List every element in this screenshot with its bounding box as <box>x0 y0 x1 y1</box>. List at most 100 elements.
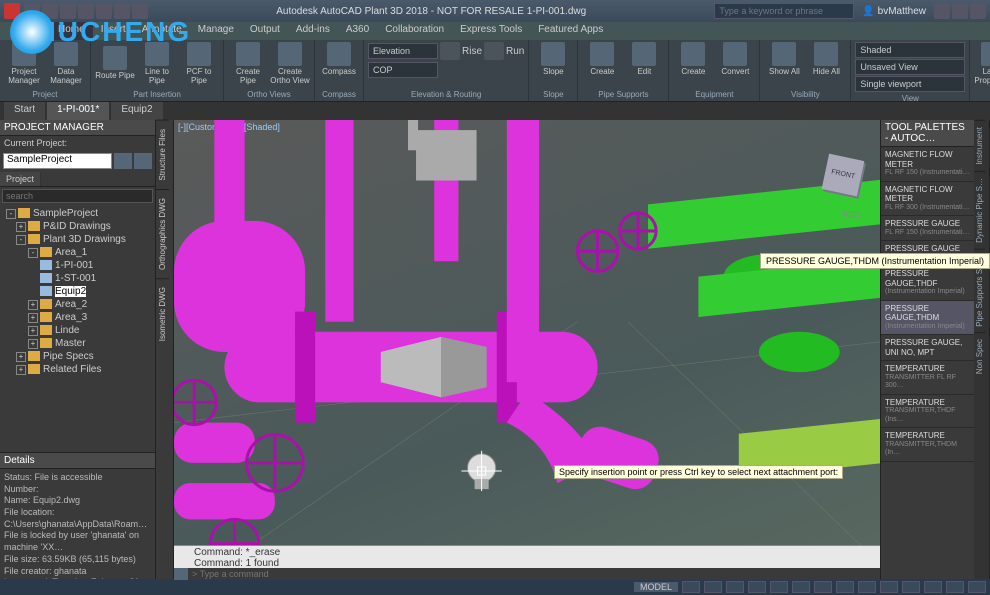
viewport: Structure Files Orthographics DWG Isomet… <box>156 120 880 579</box>
cop-dd[interactable]: COP <box>368 62 438 78</box>
3d-canvas[interactable]: [-][Custom View][Shaded] <box>174 120 880 579</box>
viewport-dd[interactable]: Single viewport <box>855 76 965 92</box>
palette-item[interactable]: TEMPERATURETRANSMITTER,THDM (In… <box>881 428 974 461</box>
pm-btn2[interactable] <box>134 153 152 169</box>
status-btn[interactable] <box>880 581 898 593</box>
palette-item[interactable]: PRESSURE GAUGE,THDF(Instrumentation Impe… <box>881 266 974 301</box>
status-btn[interactable] <box>726 581 744 593</box>
tab-drawing2[interactable]: Equip2 <box>111 102 162 120</box>
vtab-structure[interactable]: Structure Files <box>156 120 169 189</box>
tree-root[interactable]: -SampleProject <box>2 207 153 220</box>
tree-related[interactable]: +Related Files <box>2 363 153 376</box>
status-btn[interactable] <box>814 581 832 593</box>
maximize-button[interactable] <box>952 3 968 19</box>
ribbon-tab-a360[interactable]: A360 <box>338 22 377 40</box>
palette-item[interactable]: PRESSURE GAUGE, UNI NO, MPT <box>881 335 974 361</box>
pm-tab-project[interactable]: Project <box>0 172 41 186</box>
vtab-ortho[interactable]: Orthographics DWG <box>156 189 169 278</box>
data-manager-button[interactable]: Data Manager <box>46 42 86 86</box>
status-btn[interactable] <box>968 581 986 593</box>
status-btn[interactable] <box>682 581 700 593</box>
support-edit-button[interactable]: Edit <box>624 42 664 77</box>
tree-master[interactable]: +Master <box>2 337 153 350</box>
palette-item[interactable]: TEMPERATURETRANSMITTER,THDF (Ins… <box>881 395 974 428</box>
support-create-button[interactable]: Create <box>582 42 622 77</box>
ribbon-tab-output[interactable]: Output <box>242 22 288 40</box>
status-btn[interactable] <box>858 581 876 593</box>
project-selector[interactable]: SampleProject <box>3 153 112 169</box>
ribbon-tab-addins[interactable]: Add-ins <box>288 22 338 40</box>
ribbon-tab-annotate[interactable]: Annotate <box>134 22 190 40</box>
elevation-dd[interactable]: Elevation <box>368 43 438 59</box>
app-logo[interactable] <box>4 3 20 19</box>
quick-access-toolbar[interactable] <box>24 3 148 19</box>
tree-dwg2[interactable]: 1-ST-001 <box>2 272 153 285</box>
line-to-pipe-button[interactable]: Line to Pipe <box>137 42 177 86</box>
create-ortho-button[interactable]: Create Ortho View <box>270 42 310 86</box>
pm-search[interactable] <box>2 189 153 203</box>
ribbon: Project Manager Data Manager Project Rou… <box>0 40 990 102</box>
status-btn[interactable] <box>792 581 810 593</box>
pm-title: PROJECT MANAGER <box>0 120 155 136</box>
tab-start[interactable]: Start <box>4 102 45 120</box>
equip-create-button[interactable]: Create <box>673 42 713 77</box>
palette-item[interactable]: TEMPERATURETRANSMITTER FL RF 300… <box>881 361 974 394</box>
status-btn[interactable] <box>770 581 788 593</box>
tree-dwg3[interactable]: Equip2 <box>2 285 153 298</box>
visual-style-dd[interactable]: Shaded <box>855 42 965 58</box>
tree-plant3d[interactable]: -Plant 3D Drawings <box>2 233 153 246</box>
ribbon-tab-collab[interactable]: Collaboration <box>377 22 452 40</box>
status-btn[interactable] <box>924 581 942 593</box>
run-button[interactable] <box>484 42 504 60</box>
tree-area1[interactable]: -Area_1 <box>2 246 153 259</box>
vtab-iso[interactable]: Isometric DWG <box>156 278 169 349</box>
status-btn[interactable] <box>902 581 920 593</box>
ribbon-tab-home[interactable]: Home <box>50 22 93 40</box>
status-btn[interactable] <box>836 581 854 593</box>
status-btn[interactable] <box>704 581 722 593</box>
help-search[interactable] <box>714 3 854 19</box>
slope-button[interactable]: Slope <box>533 42 573 77</box>
viewcube[interactable]: FRONT <box>818 150 868 200</box>
tree-dwg1[interactable]: 1-PI-001 <box>2 259 153 272</box>
tree-linde[interactable]: +Linde <box>2 324 153 337</box>
layer-props-button[interactable]: Layer Properties <box>974 42 990 86</box>
project-manager-button[interactable]: Project Manager <box>4 42 44 86</box>
palette-tab-dynamic[interactable]: Dynamic Pipe S… <box>974 171 985 249</box>
tree-pid[interactable]: +P&ID Drawings <box>2 220 153 233</box>
status-btn[interactable] <box>946 581 964 593</box>
ribbon-tab-express[interactable]: Express Tools <box>452 22 530 40</box>
tree-area3[interactable]: +Area_3 <box>2 311 153 324</box>
ribbon-tab-insert[interactable]: Insert <box>93 22 134 40</box>
user-badge[interactable]: 👤 bvMatthew <box>862 6 926 17</box>
palette-item[interactable]: PRESSURE GAUGEFL RF 150 (Instrumentati… <box>881 216 974 241</box>
create-pipe-button[interactable]: Create Pipe <box>228 42 268 86</box>
pm-btn1[interactable] <box>114 153 132 169</box>
palette-tab-nonspec[interactable]: Non Spec <box>974 332 985 380</box>
ribbon-tab-manage[interactable]: Manage <box>190 22 242 40</box>
piping-model <box>174 120 880 564</box>
palette-item-selected[interactable]: PRESSURE GAUGE,THDM(Instrumentation Impe… <box>881 301 974 336</box>
tab-drawing1[interactable]: 1-PI-001* <box>47 102 109 120</box>
wcs-label: WCS <box>841 210 860 219</box>
palette-tab-instrument[interactable]: Instrument <box>974 120 985 171</box>
show-all-button[interactable]: Show All <box>764 42 804 77</box>
rise-button[interactable] <box>440 42 460 60</box>
minimize-button[interactable] <box>934 3 950 19</box>
compass-button[interactable]: Compass <box>319 42 359 77</box>
pcf-to-pipe-button[interactable]: PCF to Pipe <box>179 42 219 86</box>
close-button[interactable] <box>970 3 986 19</box>
status-model[interactable]: MODEL <box>634 582 678 592</box>
tree-pipespecs[interactable]: +Pipe Specs <box>2 350 153 363</box>
ribbon-tab-featured[interactable]: Featured Apps <box>530 22 611 40</box>
project-tree: -SampleProject +P&ID Drawings -Plant 3D … <box>0 205 155 452</box>
hide-all-button[interactable]: Hide All <box>806 42 846 77</box>
equip-convert-button[interactable]: Convert <box>715 42 755 77</box>
view-dd[interactable]: Unsaved View <box>855 59 965 75</box>
route-pipe-button[interactable]: Route Pipe <box>95 46 135 81</box>
palette-item[interactable]: MAGNETIC FLOW METERFL RF 300 (Instrument… <box>881 182 974 217</box>
tree-area2[interactable]: +Area_2 <box>2 298 153 311</box>
status-btn[interactable] <box>748 581 766 593</box>
command-input[interactable] <box>188 569 880 579</box>
palette-item[interactable]: MAGNETIC FLOW METERFL RF 150 (Instrument… <box>881 147 974 182</box>
